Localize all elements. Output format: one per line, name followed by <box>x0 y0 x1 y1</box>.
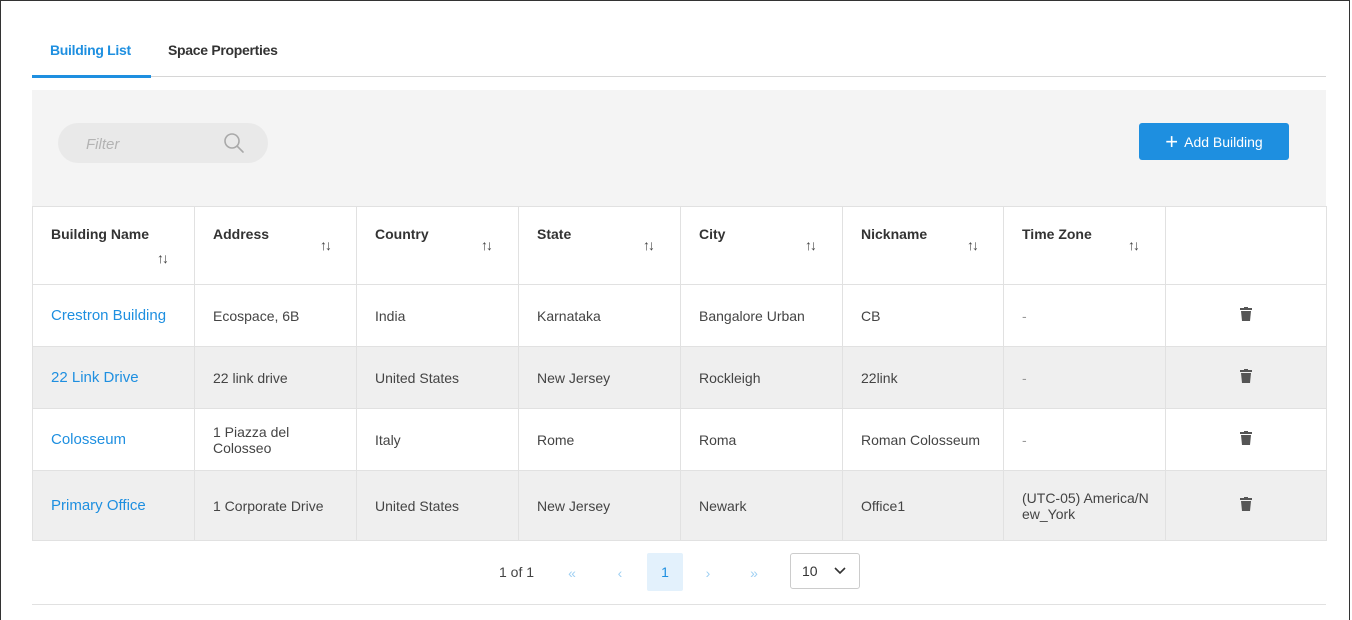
delete-cell <box>1165 284 1327 347</box>
chevron-down-icon <box>833 564 847 581</box>
address-cell: 1 Corporate Drive <box>194 470 357 541</box>
column-label: Time Zone <box>1022 226 1092 242</box>
address-cell: 22 link drive <box>194 346 357 409</box>
column-header-nickname[interactable]: Nickname ↑↓ <box>842 206 1004 285</box>
delete-cell <box>1165 346 1327 409</box>
country-cell: United States <box>356 470 519 541</box>
column-label: Building Name <box>51 226 150 242</box>
column-header-actions <box>1165 206 1327 285</box>
time-zone-cell: - <box>1003 346 1166 409</box>
column-header-time-zone[interactable]: Time Zone ↑↓ <box>1003 206 1166 285</box>
tab-building-list[interactable]: Building List <box>50 42 131 58</box>
sort-icon[interactable]: ↑↓ <box>320 237 332 253</box>
column-header-state[interactable]: State ↑↓ <box>518 206 681 285</box>
last-page-button[interactable]: » <box>744 559 764 587</box>
city-cell: Rockleigh <box>680 346 843 409</box>
column-header-building-name[interactable]: Building Name ↑↓ <box>32 206 195 285</box>
page-size-select[interactable]: 10 <box>790 553 860 589</box>
time-zone-cell: - <box>1003 284 1166 347</box>
plus-icon: + <box>1165 128 1179 154</box>
page-1-button[interactable]: 1 <box>647 553 683 591</box>
first-page-button[interactable]: « <box>562 559 582 587</box>
column-header-city[interactable]: City ↑↓ <box>680 206 843 285</box>
nickname-cell: 22link <box>842 346 1004 409</box>
trash-icon[interactable] <box>1240 369 1252 383</box>
tab-space-properties[interactable]: Space Properties <box>168 42 278 58</box>
pagination: 1 of 1 « ‹ 1 › » 10 <box>32 540 1326 605</box>
trash-icon[interactable] <box>1240 307 1252 321</box>
delete-cell <box>1165 470 1327 541</box>
table-row: 22 Link Drive 22 link drive United State… <box>32 346 1327 409</box>
filter-box <box>58 123 268 165</box>
state-cell: Rome <box>518 408 681 471</box>
column-label: Nickname <box>861 226 928 242</box>
tab-bar: Building List Space Properties <box>32 28 1326 78</box>
column-label: Address <box>213 226 270 242</box>
sort-icon[interactable]: ↑↓ <box>481 237 493 253</box>
sort-icon[interactable]: ↑↓ <box>157 250 169 266</box>
nickname-cell: Roman Colosseum <box>842 408 1004 471</box>
state-cell: New Jersey <box>518 346 681 409</box>
address-cell: Ecospace, 6B <box>194 284 357 347</box>
search-icon[interactable] <box>222 131 246 155</box>
country-cell: Italy <box>356 408 519 471</box>
building-name-link[interactable]: 22 Link Drive <box>32 346 195 409</box>
page-size-value: 10 <box>802 563 818 579</box>
table-row: Colosseum 1 Piazza del Colosseo Italy Ro… <box>32 408 1327 471</box>
trash-icon[interactable] <box>1240 431 1252 445</box>
add-building-label: Add Building <box>1184 133 1263 150</box>
table-row: Crestron Building Ecospace, 6B India Kar… <box>32 284 1327 347</box>
buildings-table: Building Name ↑↓ Address ↑↓ Country ↑↓ S… <box>32 206 1327 541</box>
previous-page-button[interactable]: ‹ <box>610 559 630 587</box>
time-zone-cell: - <box>1003 408 1166 471</box>
sort-icon[interactable]: ↑↓ <box>1128 237 1140 253</box>
column-header-address[interactable]: Address ↑↓ <box>194 206 357 285</box>
building-name-link[interactable]: Crestron Building <box>32 284 195 347</box>
sort-icon[interactable]: ↑↓ <box>805 237 817 253</box>
address-cell: 1 Piazza del Colosseo <box>194 408 357 471</box>
country-cell: India <box>356 284 519 347</box>
page-info: 1 of 1 <box>499 564 535 580</box>
nickname-cell: Office1 <box>842 470 1004 541</box>
active-tab-indicator <box>32 75 151 78</box>
next-page-button[interactable]: › <box>698 559 718 587</box>
filter-input[interactable] <box>58 123 238 165</box>
sort-icon[interactable]: ↑↓ <box>967 237 979 253</box>
state-cell: Karnataka <box>518 284 681 347</box>
country-cell: United States <box>356 346 519 409</box>
building-name-link[interactable]: Primary Office <box>32 470 195 541</box>
column-header-country[interactable]: Country ↑↓ <box>356 206 519 285</box>
state-cell: New Jersey <box>518 470 681 541</box>
toolbar: + Add Building <box>32 90 1326 206</box>
time-zone-cell: (UTC-05) America/New_York <box>1003 470 1166 541</box>
column-label: State <box>537 226 572 242</box>
building-name-link[interactable]: Colosseum <box>32 408 195 471</box>
sort-icon[interactable]: ↑↓ <box>643 237 655 253</box>
nickname-cell: CB <box>842 284 1004 347</box>
column-label: Country <box>375 226 429 242</box>
delete-cell <box>1165 408 1327 471</box>
city-cell: Newark <box>680 470 843 541</box>
column-label: City <box>699 226 726 242</box>
table-row: Primary Office 1 Corporate Drive United … <box>32 470 1327 541</box>
city-cell: Roma <box>680 408 843 471</box>
add-building-button[interactable]: + Add Building <box>1139 123 1289 160</box>
city-cell: Bangalore Urban <box>680 284 843 347</box>
table-header-row: Building Name ↑↓ Address ↑↓ Country ↑↓ S… <box>32 206 1327 285</box>
trash-icon[interactable] <box>1240 497 1252 511</box>
